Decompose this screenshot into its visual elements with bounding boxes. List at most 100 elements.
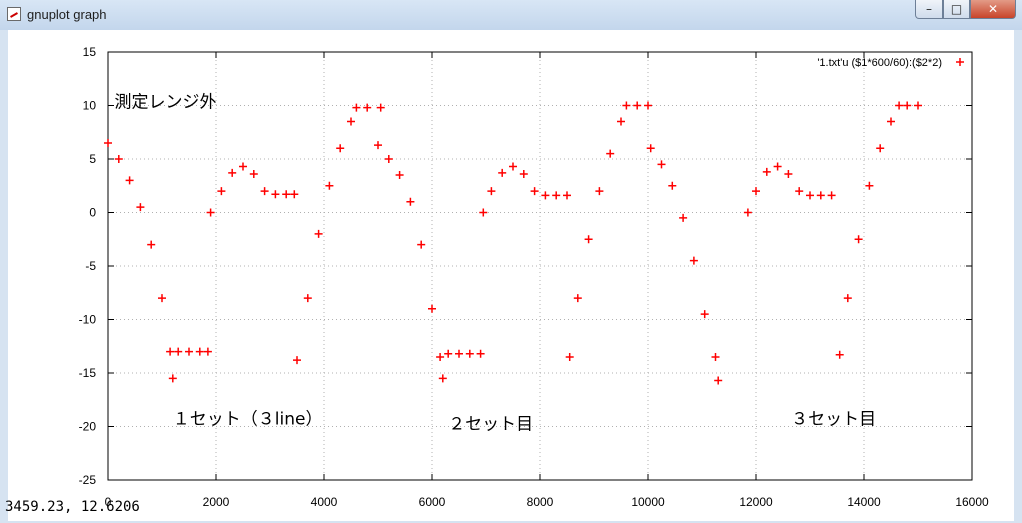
data-point <box>762 167 771 176</box>
data-point <box>228 168 237 177</box>
plot-canvas[interactable]: -25 -20 -15 -10 -5 0 5 10 15 0 2000 4000 6000 8000 100… <box>8 30 1014 521</box>
data-point <box>436 352 445 361</box>
x-tick-label: 14000 <box>847 495 881 509</box>
series-points <box>104 101 922 385</box>
data-point <box>835 350 844 359</box>
data-point <box>217 187 226 196</box>
gnuplot-app-icon[interactable] <box>7 7 21 21</box>
data-point <box>519 169 528 178</box>
data-point <box>239 162 247 171</box>
data-point <box>293 356 301 365</box>
data-point <box>174 347 183 356</box>
data-point <box>565 352 574 361</box>
data-point <box>633 101 642 110</box>
close-button[interactable]: ✕ <box>970 0 1016 19</box>
data-point <box>168 374 177 383</box>
data-point <box>865 181 874 190</box>
data-point <box>646 144 655 153</box>
data-point <box>166 347 175 356</box>
x-tick-label: 12000 <box>739 495 773 509</box>
data-point <box>206 208 215 217</box>
y-tick-label: -10 <box>79 313 97 327</box>
data-point <box>752 187 760 196</box>
data-point <box>290 190 299 199</box>
data-point <box>260 187 269 196</box>
data-point <box>465 349 474 358</box>
title-bar[interactable]: gnuplot graph – □ ✕ <box>0 0 1022 30</box>
data-point <box>595 187 604 196</box>
y-tick-label: -15 <box>79 366 97 380</box>
annotation-label: １セット（３line） <box>173 409 323 429</box>
annotation-label: ２セット目 <box>448 415 533 435</box>
data-point <box>479 208 488 217</box>
data-point <box>903 101 912 110</box>
data-point <box>384 155 393 163</box>
legend-marker <box>956 58 964 66</box>
data-point <box>622 101 631 110</box>
data-point <box>773 162 782 171</box>
data-point <box>563 191 571 200</box>
data-point <box>185 347 193 356</box>
window-title: gnuplot graph <box>27 7 107 22</box>
data-point <box>347 117 355 126</box>
data-point <box>487 187 496 196</box>
data-point <box>689 256 698 265</box>
annotation-label: 測定レンジ外 <box>114 93 216 113</box>
data-point <box>711 352 720 361</box>
data-point <box>455 349 463 358</box>
data-point <box>352 103 361 112</box>
data-point <box>104 138 112 147</box>
chart: -25-20-15-10-50510150 2000 4000 6000 8000 100… <box>79 45 989 509</box>
x-tick-label: 4000 <box>311 495 338 509</box>
maximize-button[interactable]: □ <box>943 0 970 19</box>
data-point <box>795 187 804 196</box>
data-point <box>606 149 615 158</box>
data-point <box>816 191 825 200</box>
y-tick-label: -25 <box>79 473 97 487</box>
mouse-coordinates: 3459.23, 12.6206 <box>5 499 140 515</box>
data-point <box>584 235 593 244</box>
data-point <box>644 101 652 110</box>
data-point <box>395 171 404 180</box>
data-point <box>303 294 312 303</box>
data-point <box>282 190 291 199</box>
data-point <box>147 240 156 249</box>
data-point <box>784 169 793 178</box>
window-controls: – □ ✕ <box>915 0 1016 20</box>
data-point <box>617 117 625 126</box>
data-point <box>428 304 436 313</box>
data-point <box>530 187 539 196</box>
data-point <box>336 144 345 153</box>
data-point <box>895 101 904 110</box>
data-point <box>249 169 258 178</box>
data-point <box>376 103 385 112</box>
data-point <box>714 376 723 385</box>
y-tick-label: 0 <box>89 206 96 220</box>
data-point <box>854 235 863 244</box>
data-point <box>541 191 550 200</box>
gnuplot-window: gnuplot graph – □ ✕ -25 -20 -15 -10 -5 0 5 10 15… <box>0 0 1022 523</box>
minimize-button[interactable]: – <box>915 0 943 19</box>
data-point <box>314 229 323 238</box>
data-point <box>700 310 709 319</box>
x-tick-label: 6000 <box>419 495 446 509</box>
data-point <box>417 240 426 249</box>
data-point <box>438 374 447 383</box>
data-point <box>827 191 836 200</box>
x-tick-label: 16000 <box>955 495 989 509</box>
data-point <box>876 144 885 153</box>
data-point <box>406 197 415 206</box>
data-point <box>552 191 561 200</box>
data-point <box>363 103 372 112</box>
data-point <box>271 190 280 199</box>
data-point <box>498 168 507 177</box>
data-point <box>136 203 145 212</box>
x-tick-label: 10000 <box>631 495 665 509</box>
data-point <box>806 191 814 200</box>
data-point <box>444 349 453 358</box>
data-point <box>374 141 382 150</box>
data-point <box>195 347 204 356</box>
data-point <box>158 294 166 303</box>
y-tick-label: 5 <box>89 152 96 166</box>
data-point <box>203 347 212 356</box>
